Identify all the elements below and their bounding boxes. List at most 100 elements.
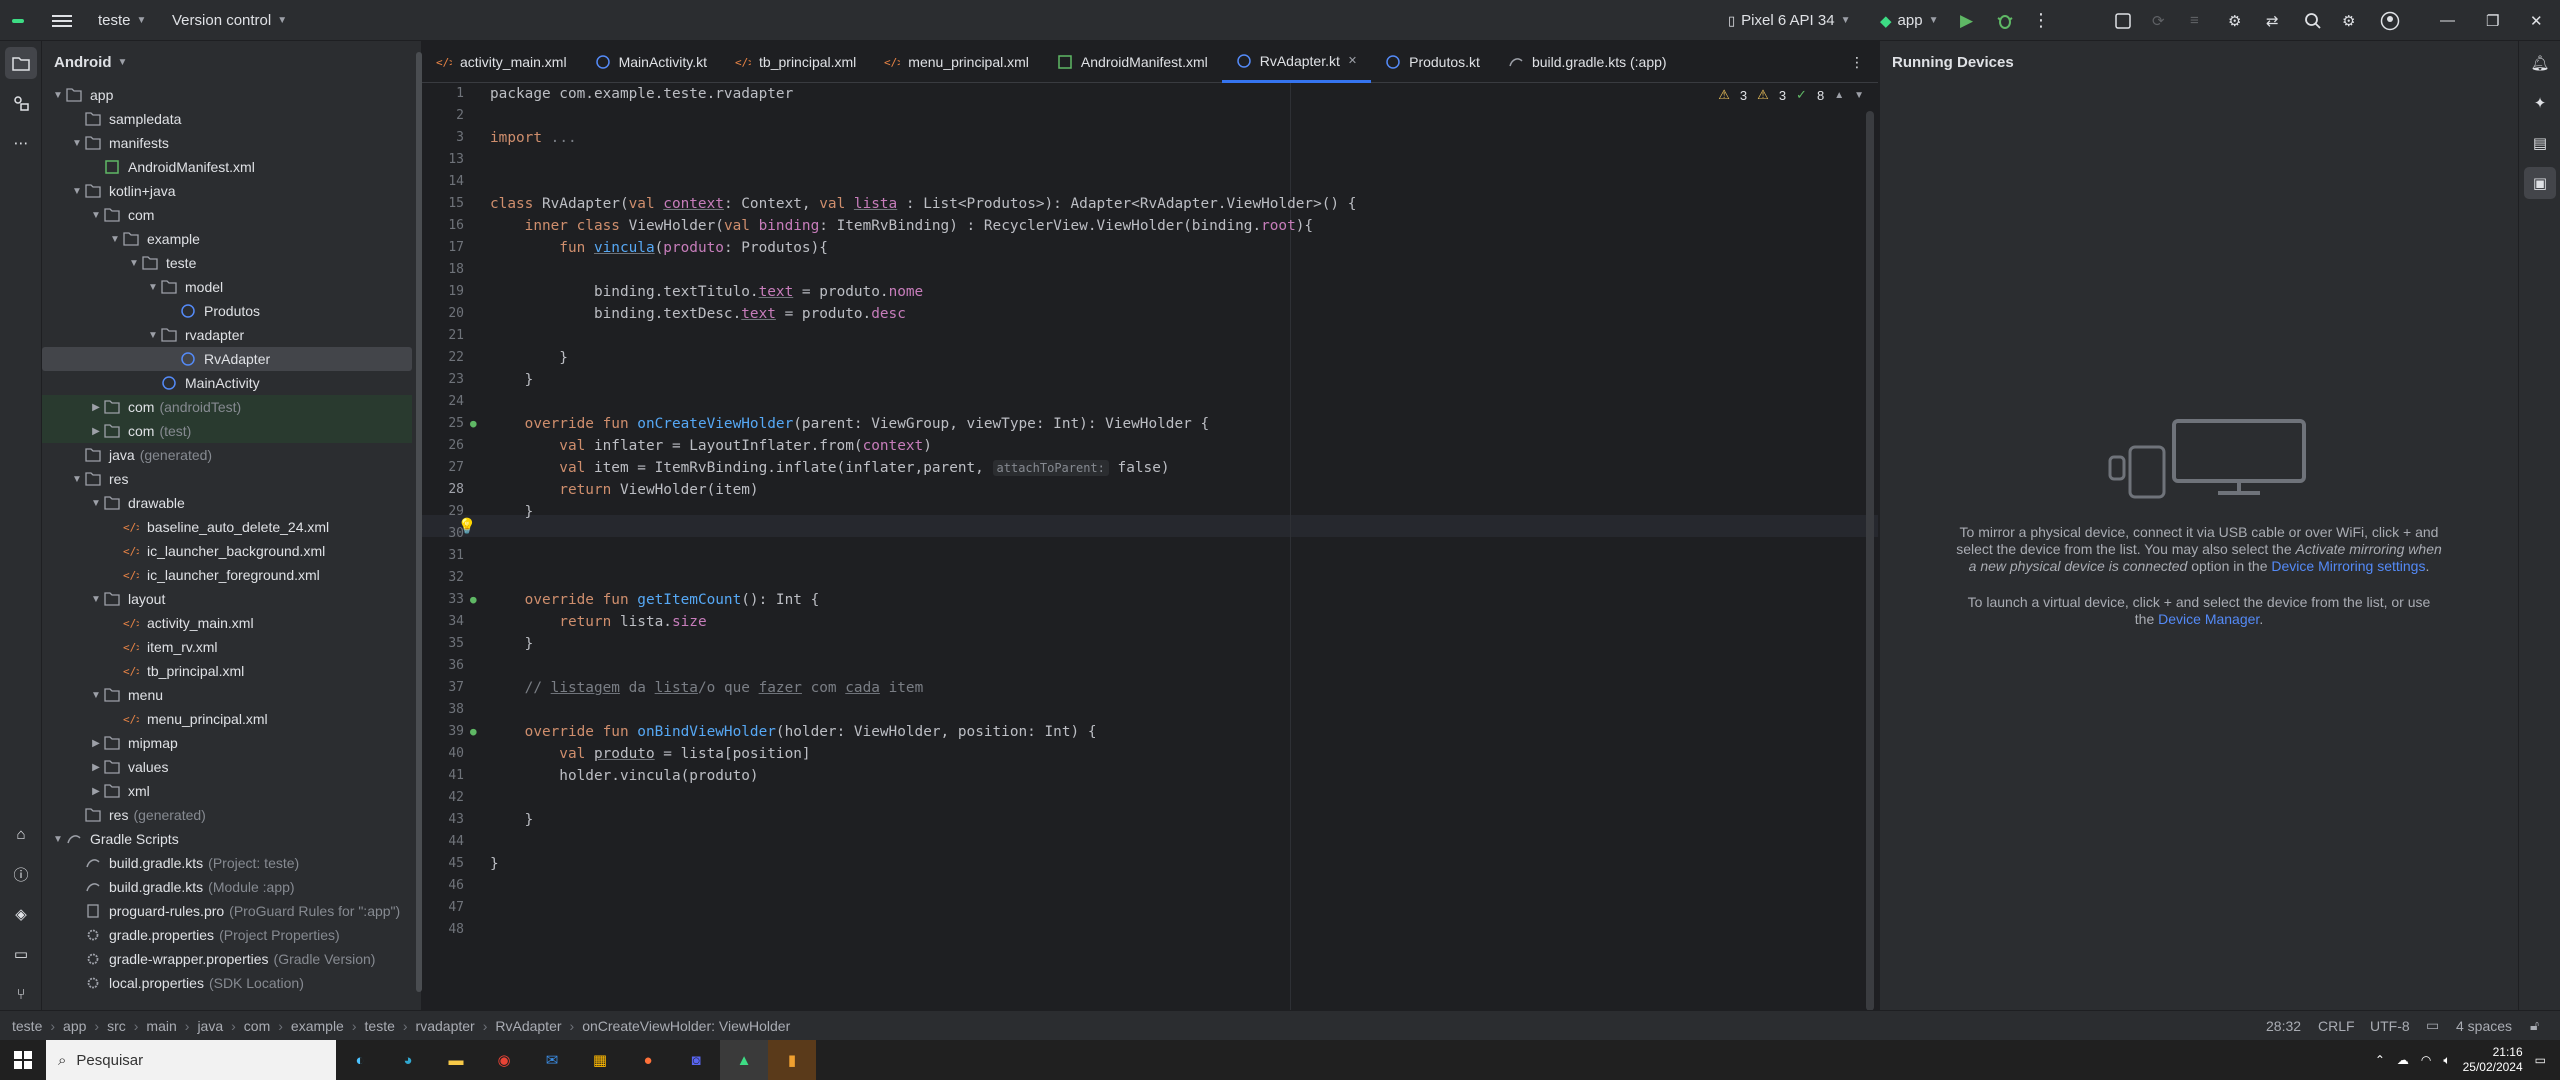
- tree-item-model[interactable]: ▼ model: [42, 275, 412, 299]
- breadcrumb-item[interactable]: com: [244, 1018, 270, 1034]
- build-variants-icon[interactable]: ⌂: [5, 818, 37, 850]
- account-icon[interactable]: [2380, 0, 2400, 41]
- tab-produtos-kt[interactable]: Produtos.kt: [1371, 41, 1494, 83]
- file-encoding[interactable]: UTF-8: [2370, 1018, 2410, 1034]
- code-line[interactable]: val produto = lista[position]: [490, 743, 1890, 765]
- app-taskbar-icon[interactable]: ▮: [768, 1040, 816, 1080]
- tree-item-layout[interactable]: ▼ layout: [42, 587, 412, 611]
- code-line[interactable]: }: [490, 633, 1890, 655]
- code-line[interactable]: [490, 699, 1890, 721]
- project-tool-icon[interactable]: [5, 47, 37, 79]
- code-line[interactable]: [490, 919, 1890, 941]
- search-icon[interactable]: [2304, 0, 2322, 41]
- tree-item-rvadapter[interactable]: ▼ rvadapter: [42, 323, 412, 347]
- version-control-menu[interactable]: Version control ▼: [172, 0, 287, 41]
- file-explorer-icon[interactable]: ▬: [432, 1040, 480, 1080]
- mail-icon[interactable]: ✉: [528, 1040, 576, 1080]
- code-line[interactable]: }: [490, 809, 1890, 831]
- code-line[interactable]: import ...: [490, 127, 1890, 149]
- code-line[interactable]: val item = ItemRvBinding.inflate(inflate…: [490, 457, 1890, 479]
- code-line[interactable]: override fun getItemCount(): Int {: [490, 589, 1890, 611]
- code-line[interactable]: val inflater = LayoutInflater.from(conte…: [490, 435, 1890, 457]
- override-marker-icon[interactable]: ●: [470, 721, 477, 743]
- breadcrumb-item[interactable]: src: [107, 1018, 126, 1034]
- windows-start-icon[interactable]: [0, 1040, 46, 1080]
- tree-item-sampledata[interactable]: sampledata: [42, 107, 412, 131]
- chevron-right-icon[interactable]: ▶: [88, 402, 104, 413]
- code-area[interactable]: package com.example.teste.rvadapter impor…: [490, 83, 1890, 1010]
- apply-changes-icon[interactable]: ⟳: [2152, 0, 2165, 41]
- chevron-down-icon[interactable]: ▼: [69, 138, 85, 149]
- code-line[interactable]: [490, 259, 1890, 281]
- code-line[interactable]: binding.textTitulo.text = produto.nome: [490, 281, 1890, 303]
- tree-item-manifests[interactable]: ▼ manifests: [42, 131, 412, 155]
- chevron-down-icon[interactable]: ▼: [88, 594, 104, 605]
- chevron-down-icon[interactable]: ▼: [107, 234, 123, 245]
- chevron-down-icon[interactable]: ▼: [88, 690, 104, 701]
- device-manager-icon[interactable]: [2114, 0, 2132, 41]
- problems-icon[interactable]: ⓘ: [5, 858, 37, 890]
- code-line[interactable]: override fun onBindViewHolder(holder: Vi…: [490, 721, 1890, 743]
- code-line[interactable]: }: [490, 347, 1890, 369]
- breadcrumb-item[interactable]: teste: [365, 1018, 395, 1034]
- tab-menu-principal-xml[interactable]: </> menu_principal.xml: [870, 41, 1043, 83]
- code-line[interactable]: fun vincula(produto: Produtos){: [490, 237, 1890, 259]
- volume-icon[interactable]: 🔈︎: [2443, 1053, 2450, 1068]
- chevron-down-icon[interactable]: ▼: [1854, 90, 1864, 101]
- running-devices-icon[interactable]: ▣: [2524, 167, 2556, 199]
- chevron-right-icon[interactable]: ▶: [88, 762, 104, 773]
- indent-setting[interactable]: 4 spaces: [2456, 1018, 2512, 1034]
- tree-item-rvadapter[interactable]: RvAdapter: [42, 347, 412, 371]
- git-icon[interactable]: ⑂: [5, 978, 37, 1010]
- code-line[interactable]: [490, 567, 1890, 589]
- onedrive-icon[interactable]: ☁: [2397, 1053, 2409, 1067]
- line-separator[interactable]: CRLF: [2318, 1018, 2355, 1034]
- code-line[interactable]: return ViewHolder(item): [490, 479, 1890, 501]
- firefox-icon[interactable]: ●: [624, 1040, 672, 1080]
- tab-rvadapter-kt[interactable]: RvAdapter.kt ✕: [1221, 41, 1372, 83]
- chevron-right-icon[interactable]: ▶: [88, 738, 104, 749]
- resource-manager-icon[interactable]: [5, 87, 37, 119]
- tree-item-build-gradle-kts[interactable]: build.gradle.kts (Module :app): [42, 875, 412, 899]
- code-line[interactable]: [490, 523, 1890, 545]
- restore-button[interactable]: ❐: [2486, 0, 2499, 41]
- code-line[interactable]: override fun onCreateViewHolder(parent: …: [490, 413, 1890, 435]
- code-line[interactable]: [490, 105, 1890, 127]
- code-line[interactable]: }: [490, 853, 1890, 875]
- chevron-right-icon[interactable]: ▶: [88, 426, 104, 437]
- device-explorer-icon[interactable]: ▤: [2524, 127, 2556, 159]
- inspection-widget[interactable]: ⚠ 3 ⚠ 3 ✓ 8 ▲ ▼: [1718, 87, 1864, 103]
- chevron-down-icon[interactable]: ▼: [88, 498, 104, 509]
- tree-item-com[interactable]: ▶ com (androidTest): [42, 395, 412, 419]
- code-line[interactable]: package com.example.teste.rvadapter: [490, 83, 1890, 105]
- tree-item-app[interactable]: ▼ app: [42, 83, 412, 107]
- device-manager-link[interactable]: Device Manager: [2158, 611, 2259, 627]
- tree-item-ic-launcher-foreground-xml[interactable]: </> ic_launcher_foreground.xml: [42, 563, 412, 587]
- caret-position[interactable]: 28:32: [2266, 1018, 2301, 1034]
- tree-item-xml[interactable]: ▶ xml: [42, 779, 412, 803]
- gradle-sync-icon[interactable]: ⚙: [2228, 0, 2241, 41]
- chevron-down-icon[interactable]: ▼: [145, 282, 161, 293]
- notifications-icon[interactable]: 🔔︎: [2524, 47, 2556, 79]
- code-line[interactable]: }: [490, 501, 1890, 523]
- chevron-up-icon[interactable]: ⌃: [2375, 1053, 2385, 1067]
- store-icon[interactable]: ▦: [576, 1040, 624, 1080]
- tab-activity-main-xml[interactable]: </> activity_main.xml: [422, 41, 581, 83]
- tree-item-values[interactable]: ▶ values: [42, 755, 412, 779]
- device-mirroring-icon[interactable]: ⇄: [2266, 0, 2279, 41]
- chevron-down-icon[interactable]: ▼: [50, 90, 66, 101]
- run-icon[interactable]: ▶: [1960, 0, 1973, 41]
- taskbar-search[interactable]: ⌕ Pesquisar: [46, 1040, 336, 1080]
- tree-item-gradle-wrapper-properties[interactable]: gradle-wrapper.properties (Gradle Version…: [42, 947, 412, 971]
- chevron-down-icon[interactable]: ▼: [88, 210, 104, 221]
- main-menu-button[interactable]: [52, 0, 72, 41]
- tree-item-mipmap[interactable]: ▶ mipmap: [42, 731, 412, 755]
- gemini-icon[interactable]: ✦: [2524, 87, 2556, 119]
- code-line[interactable]: // listagem da lista/o que fazer com cad…: [490, 677, 1890, 699]
- clock[interactable]: 21:16 25/02/2024: [2463, 1045, 2523, 1075]
- app-quality-icon[interactable]: ◈: [5, 898, 37, 930]
- copilot-icon[interactable]: ◐: [336, 1040, 384, 1080]
- project-view-selector[interactable]: Android ▼: [42, 41, 421, 83]
- code-line[interactable]: [490, 897, 1890, 919]
- tree-item-mainactivity[interactable]: MainActivity: [42, 371, 412, 395]
